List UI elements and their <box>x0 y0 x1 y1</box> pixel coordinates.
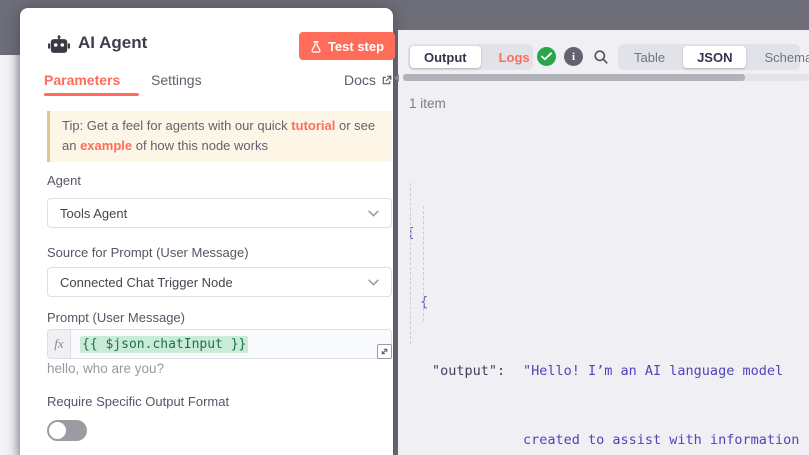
indent-guide <box>410 183 411 344</box>
json-line: "output":"Hello! I’m an AI language mode… <box>407 360 809 383</box>
json-line: { <box>407 291 809 314</box>
search-icon[interactable] <box>591 47 610 66</box>
test-step-label: Test step <box>328 39 384 54</box>
agent-select[interactable]: Tools Agent <box>47 198 392 228</box>
chevron-down-icon <box>368 279 379 286</box>
view-tabs: Output Logs <box>408 44 533 70</box>
expand-expression-button[interactable] <box>377 344 392 359</box>
fx-badge: fx <box>48 330 71 358</box>
json-output-view: [ { "output":"Hello! I’m an AI language … <box>407 130 809 455</box>
output-format-label: Require Specific Output Format <box>47 394 229 409</box>
scrollbar-thumb[interactable] <box>403 74 745 81</box>
output-panel: Output Logs i Table JSON Schema 1 item [ <box>398 30 809 455</box>
indent-guide <box>423 206 424 321</box>
flask-icon <box>310 40 322 53</box>
docs-link[interactable]: Docs <box>344 72 392 88</box>
source-value: Connected Chat Trigger Node <box>60 275 233 290</box>
json-value: "Hello! I’m an AI language model <box>523 363 783 379</box>
expand-icon <box>380 347 389 356</box>
node-title: AI Agent <box>78 33 147 53</box>
json-value-line: created to assist with information <box>407 429 809 452</box>
node-settings-card: AI Agent Test step Parameters Settings D… <box>20 8 393 455</box>
items-count: 1 item <box>409 96 446 111</box>
tab-schema[interactable]: Schema <box>750 46 809 68</box>
format-tabs: Table JSON Schema <box>618 44 800 70</box>
tip-text: Tip: Get a feel for agents with our quic… <box>62 118 291 133</box>
tip-text: of how this node works <box>132 138 268 153</box>
ndv-modal: AI Agent Test step Parameters Settings D… <box>0 0 809 455</box>
scroll-left-arrow[interactable] <box>394 74 399 82</box>
docs-label: Docs <box>344 72 376 88</box>
tab-settings[interactable]: Settings <box>151 72 202 88</box>
output-format-toggle[interactable] <box>47 420 87 441</box>
toggle-knob <box>49 422 66 439</box>
robot-icon <box>48 35 70 56</box>
tab-json[interactable]: JSON <box>683 46 746 68</box>
json-key: "output": <box>432 360 523 383</box>
horizontal-scrollbar[interactable] <box>403 74 809 81</box>
tip-notice: Tip: Get a feel for agents with our quic… <box>47 111 392 162</box>
input-panel-edge <box>0 55 20 455</box>
json-line: [ <box>407 222 809 245</box>
tab-parameters[interactable]: Parameters <box>44 72 120 88</box>
source-label: Source for Prompt (User Message) <box>47 245 249 260</box>
info-icon[interactable]: i <box>564 47 583 66</box>
tab-output[interactable]: Output <box>410 46 481 68</box>
status-icons: i <box>537 47 610 66</box>
prompt-label: Prompt (User Message) <box>47 310 185 325</box>
prompt-hint: hello, who are you? <box>47 361 164 376</box>
external-link-icon <box>381 75 392 86</box>
chevron-down-icon <box>368 210 379 217</box>
agent-label: Agent <box>47 173 81 188</box>
source-select[interactable]: Connected Chat Trigger Node <box>47 267 392 297</box>
example-link[interactable]: example <box>80 138 132 153</box>
active-tab-underline <box>44 93 139 96</box>
tab-logs[interactable]: Logs <box>485 46 544 68</box>
prompt-expression-input[interactable]: fx {{ $json.chatInput }} <box>47 329 392 359</box>
agent-value: Tools Agent <box>60 206 127 221</box>
success-check-icon <box>537 47 556 66</box>
tab-table[interactable]: Table <box>620 46 679 68</box>
test-step-button[interactable]: Test step <box>299 32 395 60</box>
expression-value: {{ $json.chatInput }} <box>80 336 248 353</box>
tutorial-link[interactable]: tutorial <box>291 118 335 133</box>
